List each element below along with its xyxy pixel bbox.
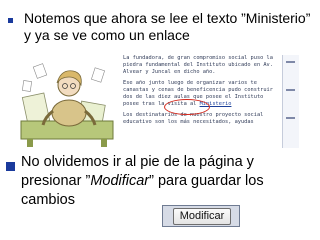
embedded-scrollbar <box>282 55 299 148</box>
bullet-text-modificar: No olvidemos ir al pie de la página y pr… <box>21 153 311 210</box>
desk-illustration-icon <box>17 55 117 148</box>
bullet2-emphasis: Modificar <box>90 173 150 189</box>
embedded-paragraph-1: La fundadora, de gran compromiso social … <box>123 55 273 75</box>
scrollbar-mark <box>286 117 295 119</box>
bullet-marker <box>6 162 15 171</box>
button-screenshot-frame: Modificar <box>162 205 240 227</box>
scrollbar-mark <box>286 61 295 63</box>
embedded-paragraph-3: Los destinatarios de nuestro proyecto so… <box>123 112 264 125</box>
embedded-page-text: La fundadora, de gran compromiso social … <box>123 55 277 130</box>
bullet-marker <box>8 18 13 23</box>
bullet-text-enlace: Notemos que ahora se lee el texto ”Minis… <box>24 10 311 43</box>
highlight-circle <box>164 99 210 115</box>
modificar-button[interactable]: Modificar <box>173 208 231 225</box>
scrollbar-mark <box>286 89 295 91</box>
embedded-page-screenshot: La fundadora, de gran compromiso social … <box>17 55 299 148</box>
